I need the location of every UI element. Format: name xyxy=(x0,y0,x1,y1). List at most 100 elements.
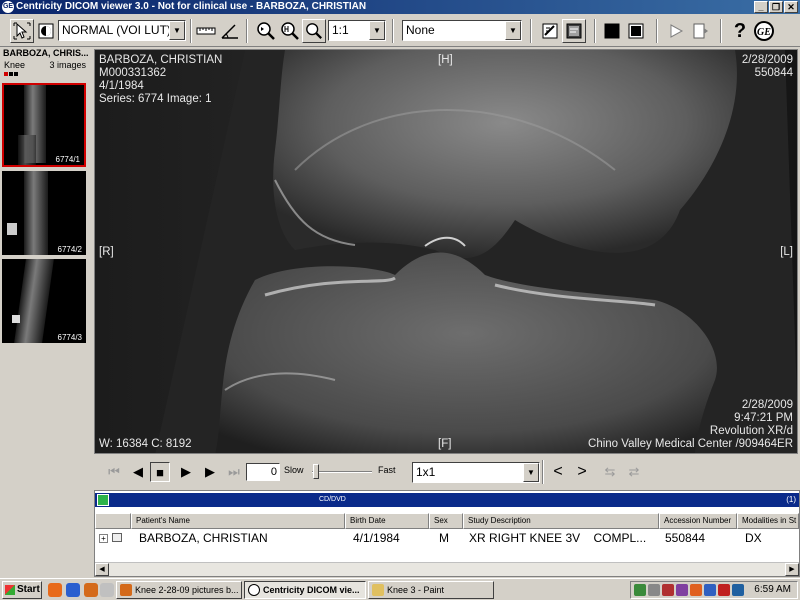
overlay-device: Revolution XR/d xyxy=(709,425,793,437)
image-viewport[interactable]: BARBOZA, CHRISTIAN M000331362 4/1/1984 S… xyxy=(94,49,798,454)
thumbnail-2[interactable]: 6774/2 xyxy=(2,171,86,255)
column-header-accession[interactable]: Accession Number xyxy=(659,513,737,529)
tray-icon[interactable] xyxy=(718,584,730,596)
invert-white-icon[interactable] xyxy=(624,19,648,43)
invert-black-icon[interactable] xyxy=(600,19,624,43)
toolbar: NORMAL (VOI LUT) ▼ 1:1 ▼ None ▼ ? GE xyxy=(0,14,800,47)
help-icon[interactable]: ? xyxy=(728,19,752,43)
ge-logo-icon[interactable]: GE xyxy=(752,19,776,43)
column-header-birth[interactable]: Birth Date xyxy=(345,513,429,529)
orientation-marker-bottom: [F] xyxy=(438,438,452,450)
cell-birth-date: 4/1/1984 xyxy=(353,531,400,545)
speed-slider-thumb[interactable] xyxy=(313,464,319,479)
scroll-left-icon[interactable]: ◀ xyxy=(95,563,109,576)
last-frame-icon[interactable]: ⏭ xyxy=(224,462,244,482)
expand-icon[interactable]: + xyxy=(99,534,108,543)
speed-slider-track[interactable] xyxy=(312,471,372,473)
tray-icon[interactable] xyxy=(634,584,646,596)
angle-icon[interactable] xyxy=(218,19,242,43)
ge-icon xyxy=(248,584,260,596)
scroll-right-icon[interactable]: ▶ xyxy=(785,563,799,576)
tray-icon[interactable] xyxy=(732,584,744,596)
tray-icon[interactable] xyxy=(690,584,702,596)
first-frame-icon[interactable]: ⏮ xyxy=(104,462,124,482)
cell-accession: 550844 xyxy=(665,531,706,545)
zoom-in-icon[interactable] xyxy=(278,19,302,43)
quicklaunch-overflow-icon[interactable] xyxy=(100,583,114,597)
chevron-down-icon[interactable]: ▼ xyxy=(523,463,539,482)
overlay-dob: 4/1/1984 xyxy=(99,80,144,92)
speed-fast-label: Fast xyxy=(378,465,396,475)
annotation-value: None xyxy=(406,23,435,37)
zoom-fit-icon[interactable] xyxy=(254,19,278,43)
close-button[interactable]: ✕ xyxy=(784,1,798,13)
column-header-name[interactable]: Patient's Name xyxy=(131,513,345,529)
link-viewports-icon[interactable]: ⇆ xyxy=(600,462,620,482)
table-row[interactable]: + BARBOZA, CHRISTIAN 4/1/1984 M XR RIGHT… xyxy=(95,530,799,547)
edit-annotation-icon[interactable] xyxy=(538,19,562,43)
cell-modality: DX xyxy=(745,531,762,545)
minimize-button[interactable]: _ xyxy=(754,1,768,13)
column-header-modality[interactable]: Modalities in St xyxy=(737,513,799,529)
title-bar: GE Centricity DICOM viewer 3.0 - Not for… xyxy=(0,0,800,14)
taskbar-item-dicom-viewer[interactable]: Centricity DICOM vie... xyxy=(244,581,366,599)
previous-series-icon[interactable]: < xyxy=(548,462,568,482)
cell-sex: M xyxy=(439,531,449,545)
zoom-select[interactable]: 1:1 ▼ xyxy=(328,20,386,41)
magnify-icon[interactable] xyxy=(302,19,326,43)
sync-icon[interactable]: ⇄ xyxy=(624,462,644,482)
layout-select[interactable]: 1x1 ▼ xyxy=(412,462,540,483)
next-series-icon[interactable]: > xyxy=(572,462,592,482)
overlay-institution: Chino Valley Medical Center /909464ER xyxy=(588,438,793,450)
stop-icon[interactable]: ■ xyxy=(150,462,170,482)
chevron-down-icon[interactable]: ▼ xyxy=(369,21,385,40)
column-header-sex[interactable]: Sex xyxy=(429,513,463,529)
previous-frame-icon[interactable]: ◀ xyxy=(128,462,148,482)
series-name: Knee xyxy=(4,60,26,70)
thumbnail-3[interactable]: 6774/3 xyxy=(2,259,86,343)
cine-controls: ⏮ ◀ ■ ▶ ▶ ⏭ 0 Slow Fast 1x1 ▼ < > ⇆ ⇄ xyxy=(94,456,800,488)
ruler-icon[interactable] xyxy=(194,19,218,43)
quicklaunch-ie-icon[interactable] xyxy=(66,583,80,597)
layout-value: 1x1 xyxy=(416,465,436,479)
image-count: 3 images xyxy=(49,60,86,70)
tray-icon[interactable] xyxy=(676,584,688,596)
next-frame-icon[interactable]: ▶ xyxy=(200,462,220,482)
horizontal-scrollbar[interactable]: ◀ ▶ xyxy=(95,562,799,576)
frame-number-field[interactable]: 0 xyxy=(246,463,280,481)
tray-icon[interactable] xyxy=(648,584,660,596)
taskbar-item-firefox[interactable]: Knee 2-28-09 pictures b... xyxy=(116,581,242,599)
system-tray: 6:59 AM xyxy=(630,581,798,599)
overlay-accession: 550844 xyxy=(754,67,793,79)
media-status-icon[interactable] xyxy=(97,494,109,506)
window-level-icon[interactable] xyxy=(34,19,58,43)
annotation-select[interactable]: None ▼ xyxy=(402,20,522,41)
tray-icon[interactable] xyxy=(704,584,716,596)
toolbar-separator xyxy=(530,19,532,43)
tray-icon[interactable] xyxy=(662,584,674,596)
image-info-icon[interactable] xyxy=(562,19,586,43)
chevron-down-icon[interactable]: ▼ xyxy=(505,21,521,40)
clock[interactable]: 6:59 AM xyxy=(754,583,791,597)
play-icon[interactable]: ▶ xyxy=(176,462,196,482)
toolbar-separator xyxy=(720,19,722,43)
chevron-down-icon[interactable]: ▼ xyxy=(169,21,185,40)
thumbnail-series-header: Knee 3 images xyxy=(0,59,90,71)
window-title: Centricity DICOM viewer 3.0 - Not for cl… xyxy=(16,1,367,12)
pointer-tool-icon[interactable] xyxy=(10,19,34,43)
play-icon[interactable] xyxy=(664,19,688,43)
app-icon[interactable]: GE xyxy=(2,1,14,13)
quicklaunch-firefox-icon[interactable] xyxy=(84,583,98,597)
restore-button[interactable]: ❐ xyxy=(769,1,783,13)
task-label: Knee 3 - Paint xyxy=(387,585,445,595)
thumbnail-1[interactable]: 6774/1 xyxy=(2,83,86,167)
xray-image xyxy=(95,50,797,453)
send-icon[interactable] xyxy=(688,19,712,43)
orientation-marker-top: [H] xyxy=(438,54,453,66)
start-button[interactable]: Start xyxy=(2,581,42,599)
column-header-description[interactable]: Study Description xyxy=(463,513,659,529)
overlay-series-image: Series: 6774 Image: 1 xyxy=(99,93,212,105)
wl-preset-select[interactable]: NORMAL (VOI LUT) ▼ xyxy=(58,20,186,41)
quicklaunch-aim-icon[interactable] xyxy=(48,583,62,597)
taskbar-item-paint[interactable]: Knee 3 - Paint xyxy=(368,581,494,599)
